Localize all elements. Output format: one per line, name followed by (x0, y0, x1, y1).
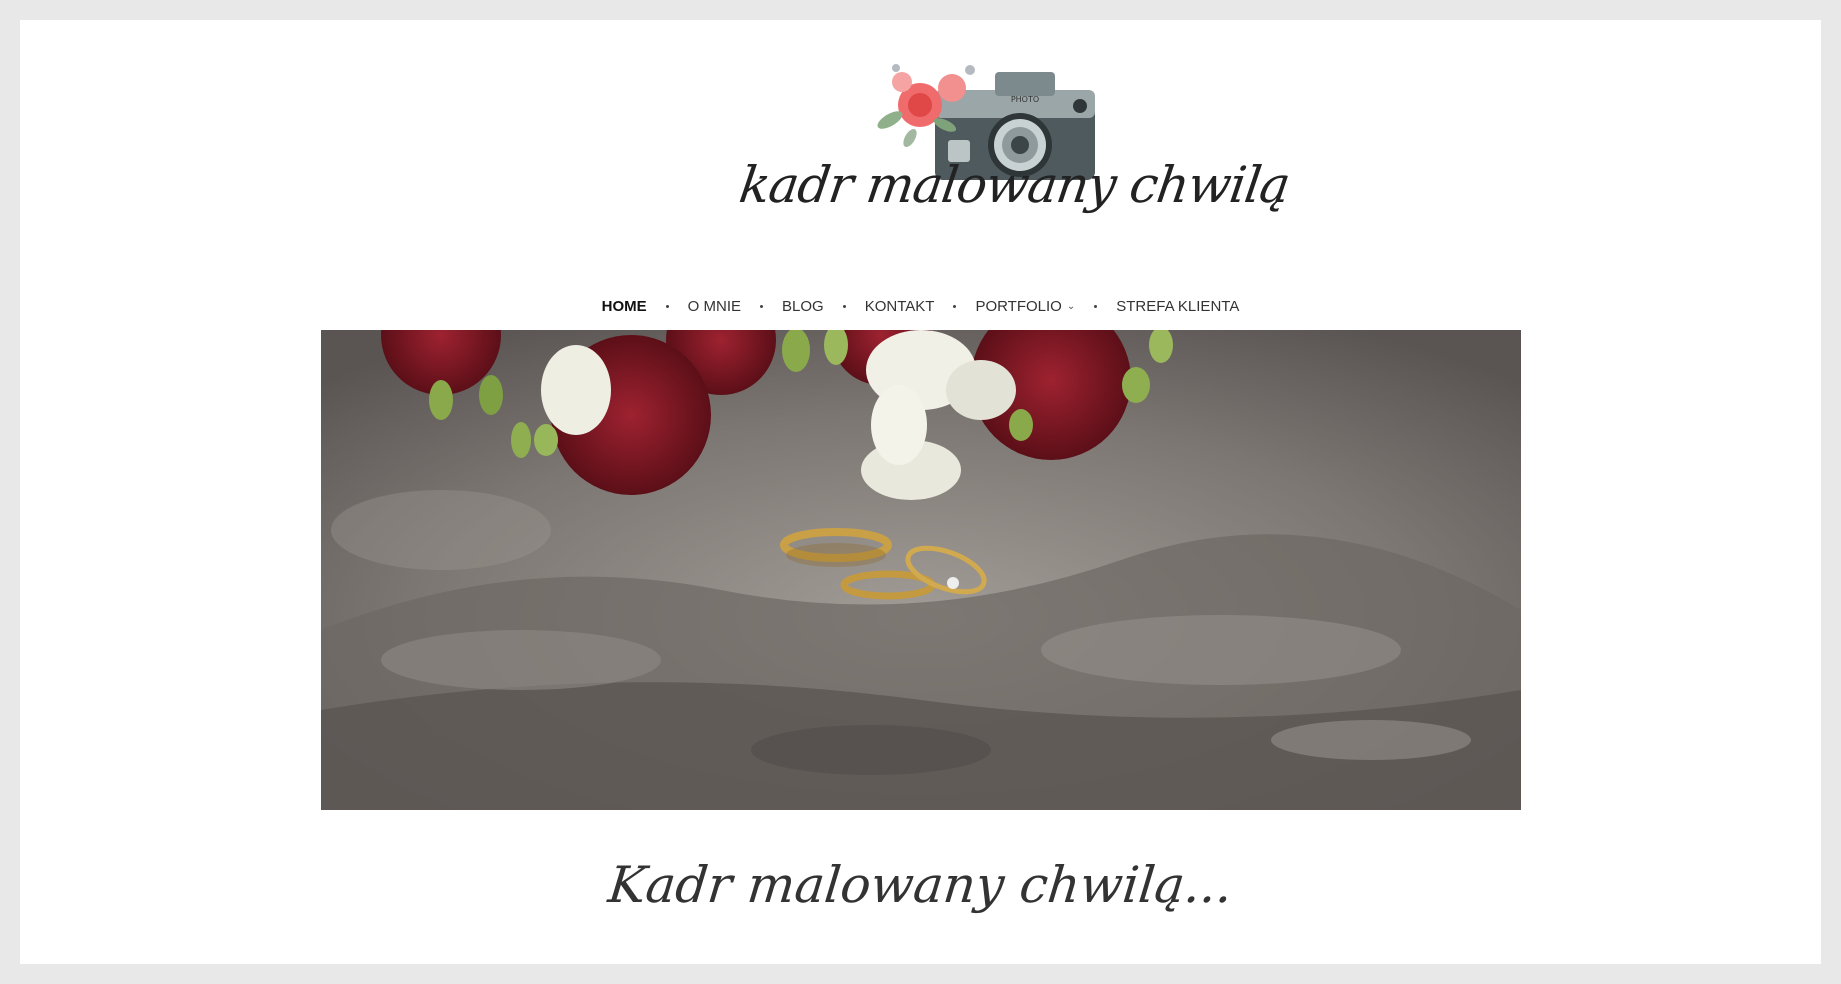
page-container: PHOTO kadr malowany chwilą HOME O MNIE B… (20, 20, 1821, 964)
nav-separator (1094, 305, 1098, 308)
chevron-down-icon: ⌄ (1066, 301, 1076, 312)
nav-item-label: STREFA KLIENTA (1116, 298, 1240, 315)
nav-item-o-mnie[interactable]: O MNIE (688, 290, 741, 323)
nav-item-strefa-klienta[interactable]: STREFA KLIENTA (1116, 290, 1239, 323)
nav-item-label: BLOG (782, 298, 824, 315)
nav-item-label: PORTFOLIO (975, 298, 1062, 315)
nav-item-blog[interactable]: BLOG (782, 290, 824, 323)
nav-item-portfolio[interactable]: PORTFOLIO ⌄ (975, 290, 1075, 323)
nav-separator (665, 305, 669, 308)
nav-item-label: KONTAKT (864, 298, 935, 315)
nav-separator (953, 305, 957, 308)
site-logo[interactable]: PHOTO kadr malowany chwilą (720, 50, 1293, 270)
nav-item-label: HOME (601, 298, 647, 315)
hero-image (321, 330, 1521, 810)
nav-item-home[interactable]: HOME (602, 290, 647, 323)
main-navigation: HOME O MNIE BLOG KONTAKT PORTFOLIO ⌄ STRE… (20, 290, 1821, 323)
nav-separator (842, 305, 846, 308)
nav-item-kontakt[interactable]: KONTAKT (865, 290, 935, 323)
site-tagline: Kadr malowany chwilą... (605, 856, 1236, 914)
wedding-rings-on-rock-with-bouquet-image (321, 330, 1521, 810)
logo-text: kadr malowany chwilą (735, 156, 1294, 214)
nav-item-label: O MNIE (687, 298, 742, 315)
camera-label: PHOTO (1011, 95, 1039, 104)
nav-separator (760, 305, 764, 308)
